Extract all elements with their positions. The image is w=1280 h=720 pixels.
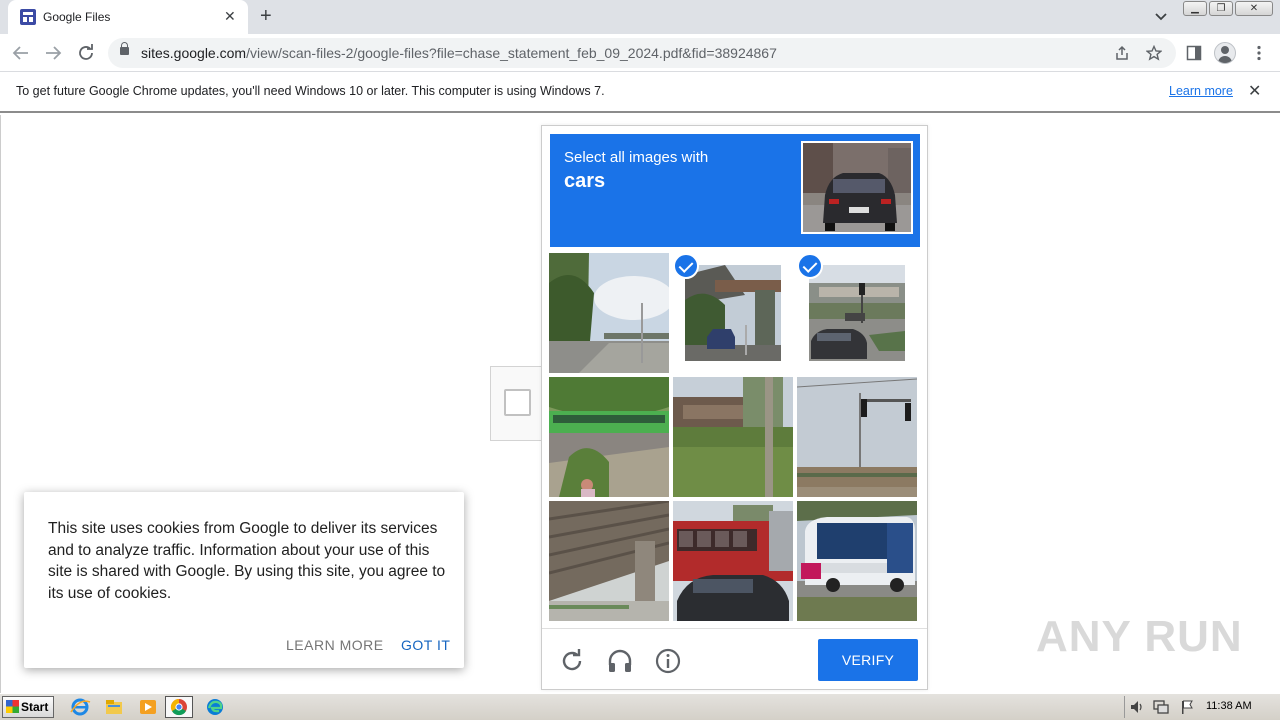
taskbar-chrome-icon[interactable] [165,696,193,718]
restore-window-button[interactable]: ❐ [1209,1,1233,16]
start-label: Start [21,700,49,714]
tile-image [797,501,917,621]
captcha-tile-9[interactable] [797,501,917,621]
browser-toolbar: sites.google.com/view/scan-files-2/googl… [0,34,1280,72]
captcha-tile-3[interactable] [797,253,917,373]
challenge-instruction: Select all images with [564,149,709,166]
tab-search-chevron-icon[interactable] [1154,12,1168,22]
captcha-tile-2[interactable] [673,253,793,373]
tile-image [549,377,669,497]
cookie-learn-more-button[interactable]: LEARN MORE [286,637,384,653]
anyrun-watermark-logo: ANY RUN [1036,612,1243,661]
system-tray [1124,696,1280,718]
reload-challenge-icon[interactable] [558,647,586,675]
verify-button[interactable]: VERIFY [818,639,918,681]
infobar-close-icon[interactable]: ✕ [1248,81,1261,101]
start-button[interactable]: Start [2,696,54,718]
share-icon[interactable] [1114,45,1130,61]
tab-google-files[interactable]: Google Files ✕ [8,0,248,34]
challenge-sample-image [801,141,913,234]
captcha-challenge: Select all images with cars VERIFY [541,125,928,690]
cookie-got-it-button[interactable]: GOT IT [401,637,450,653]
captcha-tile-5[interactable] [673,377,793,497]
tab-close-icon[interactable]: ✕ [224,8,236,24]
taskbar-media-player-icon[interactable] [134,696,162,718]
tab-title: Google Files [43,10,111,24]
tile-image [809,265,905,361]
captcha-tile-6[interactable] [797,377,917,497]
captcha-anchor [490,366,542,441]
taskbar-edge-icon[interactable] [201,696,229,718]
challenge-header: Select all images with cars [550,134,920,247]
tile-image [549,253,669,373]
network-icon[interactable] [1153,699,1169,715]
address-bar[interactable]: sites.google.com/view/scan-files-2/googl… [108,38,1176,68]
infobar-learn-more-link[interactable]: Learn more [1169,84,1233,98]
taskbar-clock[interactable]: 11:38 AM [1206,700,1252,712]
windows-taskbar: Start 11:38 AM [0,693,1280,720]
taskbar-ie-icon[interactable] [66,696,94,718]
bookmark-star-icon[interactable] [1146,45,1162,61]
captcha-tile-4[interactable] [549,377,669,497]
info-icon[interactable] [654,647,682,675]
action-center-flag-icon[interactable] [1179,699,1195,715]
cookie-notice-text: This site uses cookies from Google to de… [48,520,446,602]
update-infobar: To get future Google Chrome updates, you… [0,72,1280,113]
tile-selected-check-icon [797,253,823,279]
back-arrow-icon[interactable] [12,44,30,62]
url-text[interactable]: sites.google.com/view/scan-files-2/googl… [141,45,777,61]
minimize-window-button[interactable]: ▁ [1183,1,1207,16]
tile-image [685,265,781,361]
challenge-target: cars [564,170,606,192]
captcha-tile-7[interactable] [549,501,669,621]
infobar-message: To get future Google Chrome updates, you… [16,84,605,98]
windows-flag-icon [6,700,19,713]
tab-strip: Google Files ✕ + ▁ ❐ ✕ [0,0,1280,34]
tile-image [549,501,669,621]
cookie-notice: This site uses cookies from Google to de… [24,492,464,668]
tile-selected-check-icon [673,253,699,279]
captcha-tile-8[interactable] [673,501,793,621]
url-path: /view/scan-files-2/google-files?file=cha… [246,45,777,61]
tile-image [673,501,793,621]
forward-arrow-icon[interactable] [44,44,62,62]
volume-icon[interactable] [1129,699,1145,715]
challenge-footer: VERIFY [542,628,927,690]
lock-icon[interactable] [120,42,129,55]
tile-image [673,377,793,497]
tile-image [797,377,917,497]
menu-kebab-icon[interactable] [1256,45,1262,61]
captcha-checkbox[interactable] [504,389,531,416]
new-tab-button[interactable]: + [260,6,272,26]
taskbar-explorer-icon[interactable] [100,696,128,718]
reload-icon[interactable] [77,44,95,62]
close-window-button[interactable]: ✕ [1235,1,1273,16]
url-host: sites.google.com [141,45,247,61]
side-panel-icon[interactable] [1186,45,1202,61]
google-sites-favicon-icon [20,9,36,25]
profile-avatar[interactable] [1214,42,1236,64]
audio-challenge-headphones-icon[interactable] [606,647,634,675]
captcha-tile-1[interactable] [549,253,669,373]
